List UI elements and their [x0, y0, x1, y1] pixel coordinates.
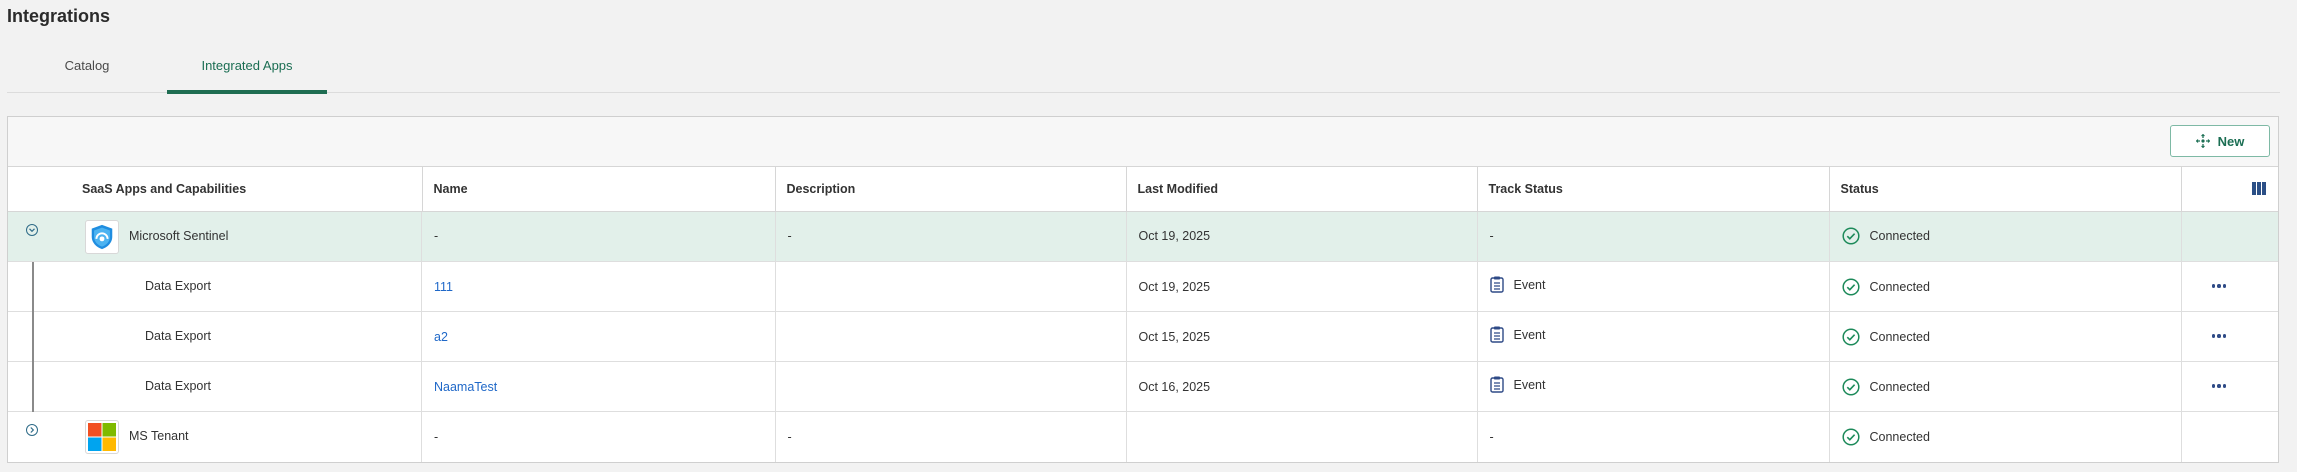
status-label: Connected: [1869, 279, 1930, 294]
check-circle-icon: [1841, 277, 1860, 296]
clipboard-icon: [1489, 376, 1504, 393]
description-cell: [775, 311, 1127, 362]
table-row[interactable]: Data Export NaamaTest Oct 16, 2025 Event…: [8, 361, 2278, 412]
tree-line: [32, 261, 34, 312]
more-actions-icon[interactable]: [2211, 284, 2226, 288]
new-button-label: New: [2217, 133, 2245, 149]
table-header-row: SaaS Apps and Capabilities Name Descript…: [8, 167, 2278, 212]
status-cell: Connected: [1829, 361, 2182, 412]
tab-integrated-apps[interactable]: Integrated Apps: [167, 48, 327, 94]
integration-name-link[interactable]: a2: [434, 330, 448, 344]
last-modified-cell: Oct 16, 2025: [1126, 361, 1478, 412]
actions-cell: [2181, 211, 2278, 262]
tree-line: [32, 311, 34, 362]
column-header-apps[interactable]: SaaS Apps and Capabilities: [8, 167, 423, 212]
status-label: Connected: [1869, 329, 1930, 344]
status-cell: Connected: [1829, 211, 2182, 262]
plus-move-icon: [2195, 134, 2210, 148]
name-cell: 111: [422, 261, 776, 312]
app-cell: MS Tenant: [8, 411, 422, 462]
tree-line: [32, 361, 34, 412]
actions-cell: [2181, 361, 2278, 412]
columns-icon[interactable]: [2251, 182, 2266, 198]
track-status-cell: -: [1477, 211, 1830, 262]
name-cell: -: [422, 411, 776, 462]
actions-cell: [2181, 412, 2278, 462]
app-name: Microsoft Sentinel: [129, 228, 229, 243]
tab-catalog[interactable]: Catalog: [7, 48, 167, 93]
check-circle-icon: [1841, 377, 1860, 396]
track-status-cell: Event: [1477, 361, 1830, 412]
capability-name: Data Export: [145, 328, 212, 343]
integrations-panel: New SaaS Apps and Capabilities Name Desc…: [7, 116, 2279, 463]
app-cell: Data Export: [8, 311, 422, 362]
check-circle-icon: [1841, 327, 1860, 346]
track-status-cell: -: [1477, 411, 1830, 462]
column-header-last-modified[interactable]: Last Modified: [1126, 167, 1478, 212]
description-cell: -: [775, 411, 1127, 462]
name-cell: NaamaTest: [422, 361, 776, 412]
status-label: Connected: [1869, 379, 1930, 394]
collapse-toggle[interactable]: [26, 223, 38, 236]
page-title: Integrations: [7, 6, 111, 26]
column-header-status[interactable]: Status: [1829, 167, 2182, 212]
track-status-label: Event: [1513, 377, 1546, 392]
description-cell: [775, 261, 1127, 312]
tab-bar: Catalog Integrated Apps: [7, 48, 2280, 94]
panel-toolbar: New: [8, 117, 2278, 167]
expand-toggle[interactable]: [26, 423, 38, 436]
last-modified-cell: Oct 19, 2025: [1126, 261, 1478, 312]
table-row[interactable]: Microsoft Sentinel - - Oct 19, 2025 - Co…: [8, 211, 2278, 262]
status-label: Connected: [1869, 429, 1930, 444]
app-name: MS Tenant: [129, 428, 189, 443]
check-circle-icon: [1841, 428, 1860, 446]
microsoft-logo: [85, 419, 119, 454]
track-status-cell: Event: [1477, 261, 1830, 312]
column-header-name[interactable]: Name: [422, 167, 776, 212]
check-circle-icon: [1841, 227, 1860, 245]
track-status-cell: Event: [1477, 311, 1830, 362]
status-cell: Connected: [1829, 411, 2182, 462]
column-header-description[interactable]: Description: [775, 167, 1127, 212]
last-modified-cell: Oct 19, 2025: [1126, 211, 1478, 262]
clipboard-icon: [1489, 326, 1504, 343]
microsoft-sentinel-logo: [85, 219, 119, 254]
last-modified-cell: Oct 15, 2025: [1126, 311, 1478, 362]
status-cell: Connected: [1829, 311, 2182, 362]
name-cell: -: [422, 211, 776, 262]
integrations-table: SaaS Apps and Capabilities Name Descript…: [8, 167, 2278, 462]
clipboard-icon: [1489, 276, 1504, 293]
table-row[interactable]: MS Tenant - - - Connected: [8, 411, 2278, 462]
status-cell: Connected: [1829, 261, 2182, 312]
more-actions-icon[interactable]: [2211, 384, 2226, 388]
app-cell: Data Export: [8, 361, 422, 412]
status-label: Connected: [1869, 229, 1930, 244]
description-cell: -: [775, 211, 1127, 262]
track-status-label: Event: [1513, 277, 1546, 292]
integration-name-link[interactable]: NaamaTest: [434, 380, 497, 394]
column-header-track-status[interactable]: Track Status: [1477, 167, 1830, 212]
chevron-down-icon: [29, 227, 35, 232]
table-row[interactable]: Data Export a2 Oct 15, 2025 Event Connec…: [8, 311, 2278, 362]
last-modified-cell: [1126, 411, 1478, 462]
description-cell: [775, 361, 1127, 412]
actions-cell: [2181, 261, 2278, 312]
column-header-settings: [2181, 167, 2278, 212]
capability-name: Data Export: [145, 278, 212, 293]
new-button[interactable]: New: [2170, 125, 2270, 157]
capability-name: Data Export: [145, 378, 212, 393]
app-cell: Microsoft Sentinel: [8, 211, 422, 262]
app-cell: Data Export: [8, 261, 422, 312]
name-cell: a2: [422, 311, 776, 362]
actions-cell: [2181, 311, 2278, 362]
more-actions-icon[interactable]: [2211, 334, 2226, 338]
track-status-label: Event: [1513, 327, 1546, 342]
chevron-right-icon: [30, 426, 35, 433]
integration-name-link[interactable]: 111: [434, 280, 453, 294]
table-row[interactable]: Data Export 111 Oct 19, 2025 Event Conne…: [8, 261, 2278, 312]
